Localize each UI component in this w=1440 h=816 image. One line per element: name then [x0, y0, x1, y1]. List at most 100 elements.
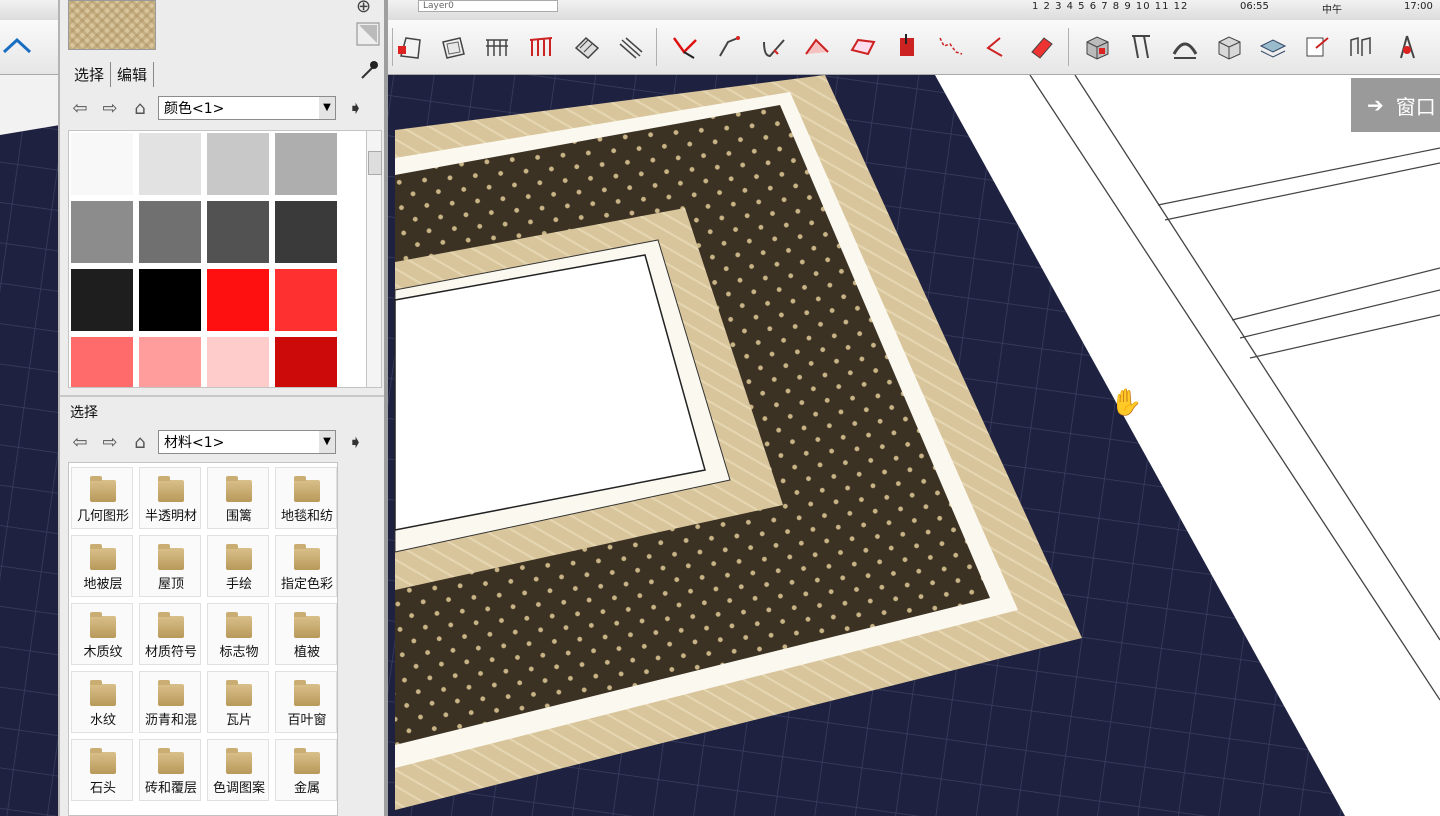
scale-icon[interactable] [1344, 30, 1378, 64]
library-folder-item[interactable]: 植被 [275, 603, 337, 665]
color-swatch[interactable] [71, 269, 133, 331]
library-folder-item[interactable]: 地毯和纺 [275, 467, 337, 529]
caret-up-icon[interactable] [0, 30, 34, 64]
layer-stack-icon[interactable] [1256, 30, 1290, 64]
library-folder-item[interactable]: 水纹 [71, 671, 133, 733]
stairs-icon[interactable] [570, 30, 604, 64]
window-button-label: 窗口 [1395, 94, 1436, 119]
color-swatch[interactable] [207, 269, 269, 331]
plane-icon[interactable] [846, 30, 880, 64]
eyedropper-icon[interactable] [358, 58, 380, 85]
tab-edit[interactable]: 编辑 [111, 62, 155, 87]
color-swatch[interactable] [275, 337, 337, 387]
forward-arrow-icon[interactable]: ⇨ [98, 98, 122, 119]
library-collection-value: 材料<1> [164, 435, 225, 451]
arch-icon[interactable] [1168, 30, 1202, 64]
railing-icon[interactable] [524, 30, 558, 64]
folder-icon [294, 476, 320, 502]
wall-icon[interactable] [394, 30, 428, 64]
grid-icon[interactable] [480, 30, 514, 64]
shadow-months-scale[interactable]: 1 2 3 4 5 6 7 8 9 10 11 12 [1032, 1, 1188, 12]
color-swatch[interactable] [139, 133, 201, 195]
library-folder-label: 指定色彩 [280, 577, 333, 592]
roof-icon[interactable] [800, 30, 834, 64]
check-tool-icon[interactable] [756, 30, 790, 64]
details-arrow-icon[interactable]: ➧ [348, 98, 363, 119]
tab-select[interactable]: 选择 [68, 62, 112, 87]
export-icon[interactable] [1300, 30, 1334, 64]
library-folder-item[interactable]: 色调图案 [207, 739, 269, 801]
folder-icon [90, 680, 116, 706]
library-folder-item[interactable]: 金属 [275, 739, 337, 801]
color-swatch[interactable] [139, 269, 201, 331]
material-library-grid: 几何图形 半透明材 围篱 地毯和纺地被层 屋顶 手绘 指定色彩木质纹 材质符号 标志物 植被水纹 沥… [68, 462, 338, 816]
library-folder-item[interactable]: 百叶窗 [275, 671, 337, 733]
folder-icon [158, 680, 184, 706]
eraser-icon[interactable] [1024, 30, 1058, 64]
library-folder-item[interactable]: 几何图形 [71, 467, 133, 529]
create-material-icon[interactable]: ⊕ [356, 0, 371, 17]
home-icon[interactable]: ⌂ [128, 432, 152, 453]
color-swatch[interactable] [275, 201, 337, 263]
library-folder-item[interactable]: 半透明材 [139, 467, 201, 529]
folder-icon [90, 544, 116, 570]
shadow-time-start: 06:55 [1240, 1, 1269, 12]
default-material-icon[interactable] [356, 22, 380, 51]
color-swatch[interactable] [275, 269, 337, 331]
back-arrow-icon[interactable]: ⇦ [68, 98, 92, 119]
toolbar-separator [656, 28, 657, 66]
library-folder-item[interactable]: 屋顶 [139, 535, 201, 597]
folder-icon [90, 748, 116, 774]
folder-icon [226, 680, 252, 706]
library-folder-item[interactable]: 石头 [71, 739, 133, 801]
library-collection-select[interactable]: 材料<1> ▼ [158, 430, 336, 454]
angle-icon[interactable] [978, 30, 1012, 64]
color-swatch[interactable] [275, 133, 337, 195]
forward-arrow-icon[interactable]: ⇨ [98, 432, 122, 453]
folder-icon [226, 612, 252, 638]
color-swatch[interactable] [71, 201, 133, 263]
library-folder-item[interactable]: 围篱 [207, 467, 269, 529]
push-icon[interactable] [890, 30, 924, 64]
scroll-thumb[interactable] [368, 151, 382, 175]
color-swatch[interactable] [139, 201, 201, 263]
layer-combo[interactable]: Layer0 [418, 0, 558, 12]
material-preview-swatch[interactable] [68, 0, 156, 50]
library-folder-item[interactable]: 手绘 [207, 535, 269, 597]
box-icon[interactable] [1080, 30, 1114, 64]
cube-icon[interactable] [1212, 30, 1246, 64]
color-swatch[interactable] [139, 337, 201, 387]
color-swatch[interactable] [71, 133, 133, 195]
pillar-icon[interactable] [1124, 30, 1158, 64]
colors-collection-select[interactable]: 颜色<1> ▼ [158, 96, 336, 120]
compass-icon[interactable] [1390, 30, 1424, 64]
library-folder-item[interactable]: 材质符号 [139, 603, 201, 665]
curve-icon[interactable] [934, 30, 968, 64]
arrow-right-icon: ➔ [1367, 93, 1384, 117]
window-button[interactable]: ➔ 窗口 [1351, 78, 1440, 132]
frame-icon[interactable] [436, 30, 470, 64]
library-folder-item[interactable]: 瓦片 [207, 671, 269, 733]
toolbar-separator [1068, 28, 1069, 66]
library-folder-item[interactable]: 指定色彩 [275, 535, 337, 597]
library-folder-item[interactable]: 沥青和混 [139, 671, 201, 733]
library-folder-label: 水纹 [89, 713, 116, 728]
arc-tool-icon[interactable] [712, 30, 746, 64]
library-folder-label: 金属 [293, 781, 320, 796]
library-folder-item[interactable]: 标志物 [207, 603, 269, 665]
color-grid-scrollbar[interactable] [366, 130, 382, 388]
home-icon[interactable]: ⌂ [128, 98, 152, 119]
library-folder-item[interactable]: 砖和覆层 [139, 739, 201, 801]
color-swatch[interactable] [207, 201, 269, 263]
axes-red-icon[interactable] [668, 30, 702, 64]
details-arrow-icon[interactable]: ➧ [348, 432, 363, 453]
shadow-time-noon: 中午 [1322, 5, 1342, 16]
slope-icon[interactable] [614, 30, 648, 64]
color-swatch[interactable] [207, 133, 269, 195]
library-folder-item[interactable]: 地被层 [71, 535, 133, 597]
color-swatch[interactable] [207, 337, 269, 387]
library-folder-label: 地毯和纺 [280, 509, 333, 524]
back-arrow-icon[interactable]: ⇦ [68, 432, 92, 453]
color-swatch[interactable] [71, 337, 133, 387]
library-folder-item[interactable]: 木质纹 [71, 603, 133, 665]
